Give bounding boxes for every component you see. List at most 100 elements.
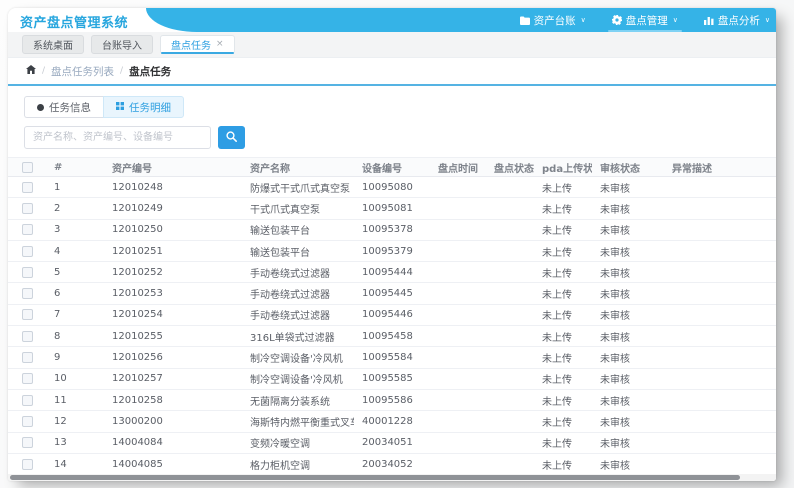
row-check-time (430, 454, 486, 474)
row-checkbox[interactable] (21, 352, 33, 364)
row-checkbox[interactable] (21, 309, 33, 321)
row-checkbox[interactable] (21, 373, 33, 385)
row-asset-name: 输送包装平台 (250, 247, 310, 259)
row-check-status (486, 177, 534, 197)
row-exception (664, 241, 776, 261)
row-exception (664, 305, 776, 325)
grid-icon (116, 101, 124, 113)
row-asset-no: 12010252 (112, 266, 163, 278)
row-checkbox[interactable] (21, 181, 33, 193)
table-row[interactable]: 10 12010257 制冷空调设备'冷风机 10095585 未上传 未审核 (8, 368, 776, 390)
row-exception (664, 454, 776, 474)
nav-item-inventory-mgmt[interactable]: 盘点管理 ∨ (607, 8, 683, 32)
row-checkbox[interactable] (21, 437, 33, 449)
tab-inventory-task[interactable]: 盘点任务 × (160, 35, 235, 54)
row-audit-status: 未审核 (600, 311, 630, 323)
row-index: 7 (54, 309, 61, 321)
row-exception (664, 326, 776, 346)
row-audit-status: 未审核 (600, 226, 630, 238)
row-pda-status: 未上传 (542, 396, 572, 408)
subtab-task-info[interactable]: 任务信息 (24, 96, 103, 118)
row-asset-name: 变频冷暖空调 (250, 439, 310, 451)
row-checkbox[interactable] (21, 394, 33, 406)
row-checkbox[interactable] (21, 245, 33, 257)
row-pda-status: 未上传 (542, 417, 572, 429)
col-header-asset-no: 资产编号 (112, 163, 152, 175)
row-checkbox[interactable] (21, 288, 33, 300)
row-audit-status: 未审核 (600, 396, 630, 408)
nav-item-asset-ledger[interactable]: 资产台账 ∨ (519, 8, 586, 32)
row-exception (664, 262, 776, 282)
row-checkbox[interactable] (21, 415, 33, 427)
tab-ledger-import[interactable]: 台账导入 (91, 35, 153, 54)
row-device-no: 10095378 (362, 224, 413, 236)
gear-icon (611, 15, 622, 25)
nav-item-label: 盘点管理 (625, 14, 668, 27)
row-check-time (430, 198, 486, 218)
row-check-time (430, 305, 486, 325)
row-asset-name: 防爆式干式爪式真空泵 (250, 183, 350, 195)
subtab-label: 任务明细 (129, 101, 171, 114)
home-icon[interactable] (26, 65, 36, 77)
row-pda-status: 未上传 (542, 354, 572, 366)
row-check-time (430, 241, 486, 261)
table-row[interactable]: 4 12010251 输送包装平台 10095379 未上传 未审核 (8, 240, 776, 263)
row-exception (664, 411, 776, 431)
row-checkbox[interactable] (21, 266, 33, 278)
tab-label: 台账导入 (102, 41, 142, 52)
subtab-task-detail[interactable]: 任务明细 (103, 96, 184, 118)
row-asset-name: 316L单袋式过滤器 (250, 332, 335, 344)
row-check-status (486, 262, 534, 282)
row-asset-no: 13000200 (112, 415, 163, 427)
row-asset-no: 14004084 (112, 437, 163, 449)
col-header-check-status: 盘点状态 (494, 163, 534, 175)
row-check-status (486, 241, 534, 261)
scrollbar-thumb[interactable] (10, 475, 740, 480)
row-checkbox[interactable] (21, 202, 33, 214)
row-check-status (486, 369, 534, 389)
row-check-status (486, 433, 534, 453)
table-row[interactable]: 7 12010254 手动卷绕式过滤器 10095446 未上传 未审核 (8, 304, 776, 327)
nav-item-inventory-analysis[interactable]: 盘点分析 ∨ (703, 8, 770, 32)
row-pda-status: 未上传 (542, 247, 572, 259)
breadcrumb-separator: / (120, 66, 124, 76)
table-row[interactable]: 13 14004084 变频冷暖空调 20034051 未上传 未审核 (8, 432, 776, 454)
row-checkbox[interactable] (21, 330, 33, 342)
row-pda-status: 未上传 (542, 311, 572, 323)
close-icon[interactable]: × (216, 40, 224, 49)
table-row[interactable]: 14 14004085 格力柜机空调 20034052 未上传 未审核 (8, 453, 776, 476)
search-icon (226, 130, 237, 145)
row-asset-name: 输送包装平台 (250, 226, 310, 238)
table-row[interactable]: 9 12010256 制冷空调设备'冷风机 10095584 未上传 未审核 (8, 347, 776, 369)
blue-divider (8, 84, 776, 86)
search-input[interactable] (24, 126, 211, 149)
row-checkbox[interactable] (21, 458, 33, 470)
table-row[interactable]: 2 12010249 干式爪式真空泵 10095081 未上传 未审核 (8, 198, 776, 220)
row-exception (664, 433, 776, 453)
row-checkbox[interactable] (21, 224, 33, 236)
row-audit-status: 未审核 (600, 417, 630, 429)
row-check-status (486, 283, 534, 303)
table-row[interactable]: 8 12010255 316L单袋式过滤器 10095458 未上传 未审核 (8, 326, 776, 348)
tab-label: 盘点任务 (171, 41, 211, 52)
row-index: 9 (54, 352, 61, 364)
row-exception (664, 220, 776, 240)
table-row[interactable]: 12 13000200 海斯特内燃平衡重式叉车 40001228 未上传 未审核 (8, 411, 776, 433)
app-header: 资产盘点管理系统 资产台账 ∨ 盘点管理 ∨ 盘点分析 ∨ (8, 8, 776, 32)
table-row[interactable]: 5 12010252 手动卷绕式过滤器 10095444 未上传 未审核 (8, 262, 776, 284)
table-row[interactable]: 11 12010258 无菌隔离分装系统 10095586 未上传 未审核 (8, 389, 776, 412)
search-button[interactable] (218, 126, 245, 149)
chart-icon (703, 16, 714, 25)
table-row[interactable]: 6 12010253 手动卷绕式过滤器 10095445 未上传 未审核 (8, 283, 776, 305)
table-row[interactable]: 1 12010248 防爆式干式爪式真空泵 10095080 未上传 未审核 (8, 177, 776, 199)
row-check-status (486, 411, 534, 431)
breadcrumb-task-list[interactable]: 盘点任务列表 (51, 64, 114, 79)
table-row[interactable]: 3 12010250 输送包装平台 10095378 未上传 未审核 (8, 219, 776, 241)
row-exception (664, 177, 776, 197)
app-window: 资产盘点管理系统 资产台账 ∨ 盘点管理 ∨ 盘点分析 ∨ 系统桌面 台账导入 … (8, 8, 776, 481)
row-exception (664, 198, 776, 218)
tab-system-desktop[interactable]: 系统桌面 (22, 35, 84, 54)
select-all-checkbox[interactable] (21, 161, 33, 173)
row-audit-status: 未审核 (600, 439, 630, 451)
row-audit-status: 未审核 (600, 354, 630, 366)
